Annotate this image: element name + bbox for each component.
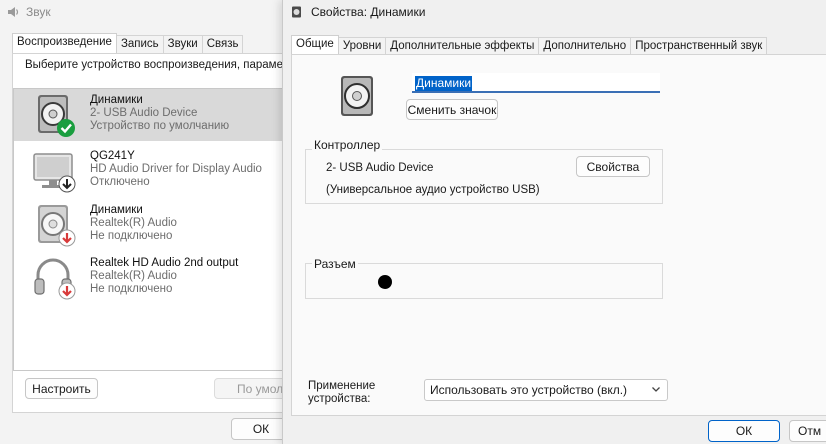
properties-ok-button[interactable]: ОК: [708, 420, 780, 442]
device-text: Realtek HD Audio 2nd output Realtek(R) A…: [90, 257, 238, 296]
device-usage-label-line1: Применение: [308, 380, 376, 392]
speaker-icon: [341, 76, 373, 116]
properties-title: Свойства: Динамики: [311, 5, 426, 19]
device-text: Динамики 2- USB Audio Device Устройство …: [90, 94, 229, 133]
set-default-button[interactable]: По умол: [214, 378, 286, 399]
device-name: Динамики: [90, 204, 143, 216]
controller-label: Контроллер: [312, 138, 383, 152]
configure-button[interactable]: Настроить: [25, 378, 98, 399]
device-driver: Realtek(R) Audio: [90, 217, 177, 229]
properties-titlebar: Свойства: Динамики: [283, 0, 826, 24]
device-usage-selected: Использовать это устройство (вкл.): [430, 383, 628, 397]
tab-communications[interactable]: Связь: [201, 35, 244, 55]
controller-description: (Универсальное аудио устройство USB): [326, 184, 540, 196]
device-driver: Realtek(R) Audio: [90, 270, 177, 282]
device-text: QG241Y HD Audio Driver for Display Audio…: [90, 150, 262, 189]
jack-group: [305, 263, 663, 299]
device-status: Устройство по умолчанию: [90, 120, 230, 132]
general-panel: Динамики Сменить значок Контроллер 2- US…: [291, 54, 826, 416]
device-usage-label-line2: устройства:: [308, 393, 371, 405]
speaker-app-icon: [292, 6, 301, 18]
device-name: Realtek HD Audio 2nd output: [90, 257, 239, 269]
device-status: Не подключено: [90, 230, 173, 242]
list-item-device[interactable]: QG241Y HD Audio Driver for Display Audio…: [14, 145, 284, 197]
default-check-icon: [57, 119, 75, 137]
device-text: Динамики Realtek(R) Audio Не подключено: [90, 204, 177, 243]
tab-general[interactable]: Общие: [291, 35, 339, 55]
playback-instruction: Выберите устройство воспроизведения, пар…: [25, 59, 295, 71]
device-list: Динамики 2- USB Audio Device Устройство …: [13, 88, 285, 371]
properties-window: Свойства: Динамики Общие Уровни Дополнит…: [282, 0, 826, 444]
chevron-down-icon: [652, 387, 660, 392]
jack-dot-icon: [378, 275, 392, 289]
sound-window-title: Звук: [26, 5, 51, 19]
sound-tabs: Воспроизведение Запись Звуки Связь: [12, 33, 244, 55]
list-item-device[interactable]: Realtek HD Audio 2nd output Realtek(R) A…: [14, 252, 284, 304]
device-status: Отключено: [90, 176, 150, 188]
device-usage-label: Применение устройства:: [308, 380, 375, 406]
device-status: Не подключено: [90, 283, 173, 295]
controller-name: 2- USB Audio Device: [326, 162, 434, 174]
tab-recording[interactable]: Запись: [115, 35, 164, 55]
monitor-icon: [33, 153, 76, 193]
speaker-icon: [38, 95, 75, 137]
device-driver: 2- USB Audio Device: [90, 107, 198, 119]
headphones-icon: [34, 258, 76, 300]
tab-playback[interactable]: Воспроизведение: [12, 33, 117, 53]
device-name-input[interactable]: [412, 73, 660, 93]
list-item-device[interactable]: Динамики Realtek(R) Audio Не подключено: [14, 199, 284, 251]
sound-window-titlebar: Звук: [0, 0, 290, 24]
device-name: QG241Y: [90, 150, 135, 162]
properties-cancel-button[interactable]: Отм: [789, 420, 826, 442]
sound-window: Звук Воспроизведение Запись Звуки Связь …: [0, 0, 295, 444]
speaker-icon: [38, 205, 76, 247]
speaker-app-icon: [8, 7, 19, 17]
change-icon-button[interactable]: Сменить значок: [406, 99, 498, 120]
device-usage-select[interactable]: Использовать это устройство (вкл.): [424, 379, 668, 401]
device-name: Динамики: [90, 94, 143, 106]
device-driver: HD Audio Driver for Display Audio: [90, 163, 262, 175]
controller-properties-button[interactable]: Свойства: [576, 156, 650, 177]
tab-sounds[interactable]: Звуки: [162, 35, 203, 55]
jack-label: Разъем: [312, 257, 358, 271]
list-item-device[interactable]: Динамики 2- USB Audio Device Устройство …: [14, 89, 284, 141]
